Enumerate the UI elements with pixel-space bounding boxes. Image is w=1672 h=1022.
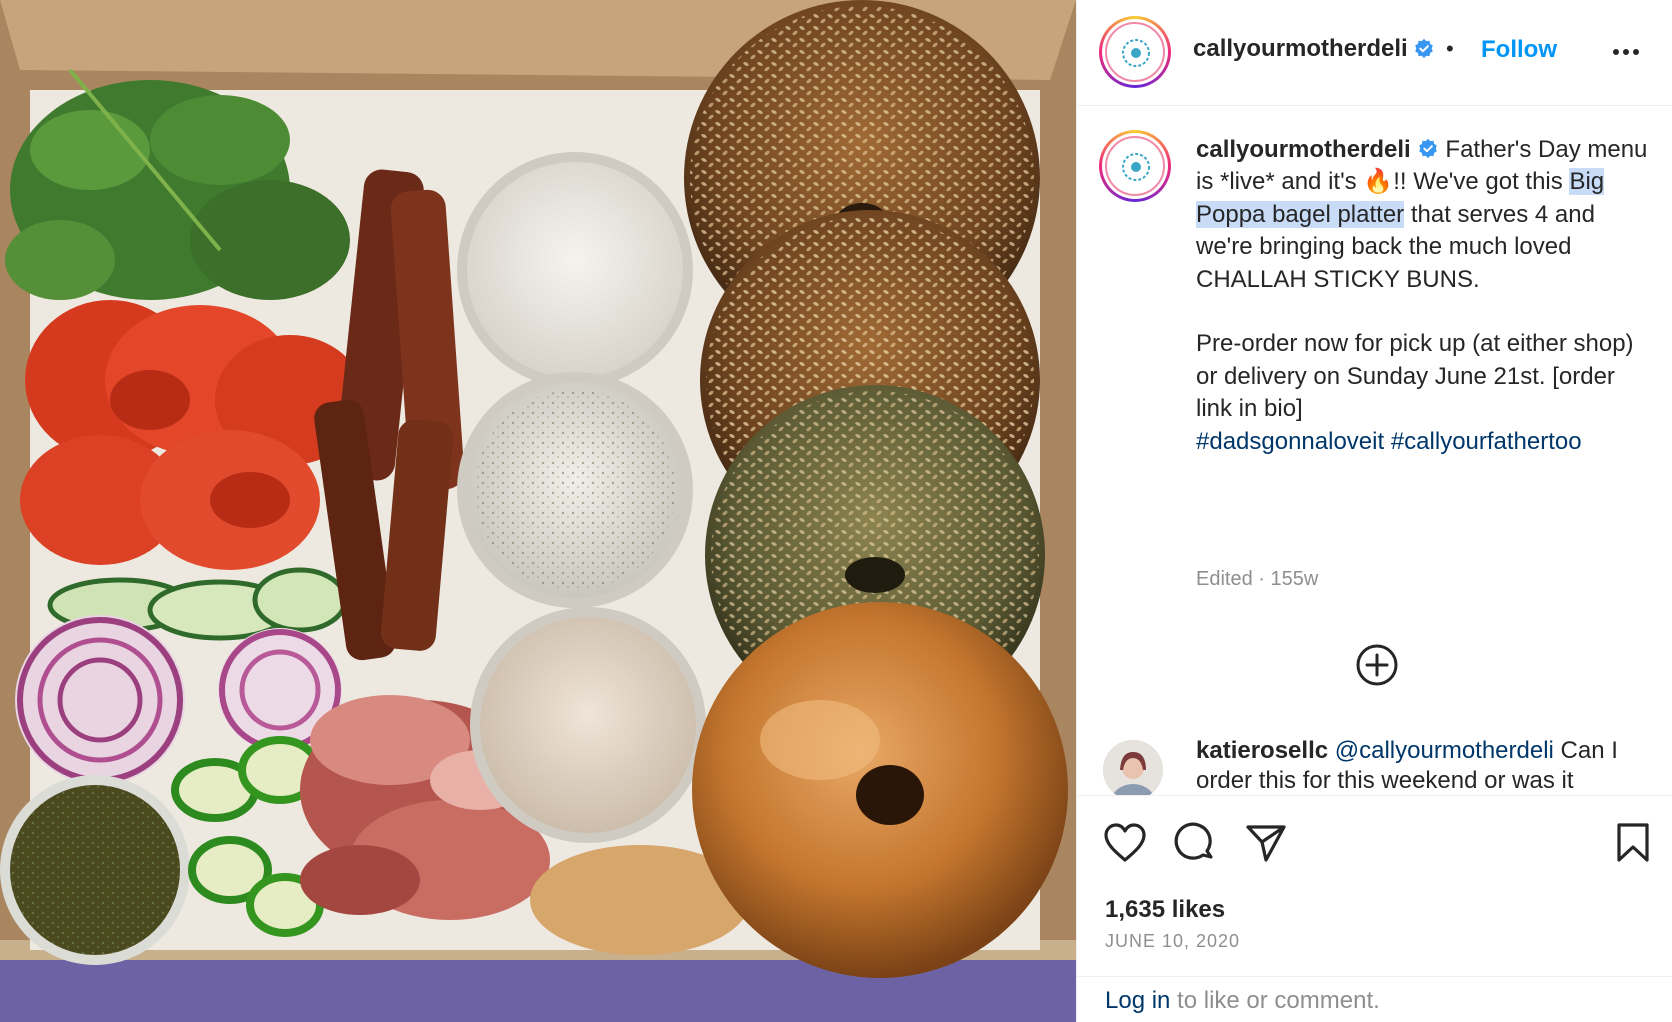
plain-cream-cheese xyxy=(457,152,693,388)
add-comment-icon[interactable] xyxy=(1355,643,1399,687)
profile-avatar[interactable] xyxy=(1099,16,1171,88)
comment-icon[interactable] xyxy=(1174,822,1216,864)
commenter-avatar[interactable] xyxy=(1103,740,1163,795)
header-username[interactable]: callyourmotherdeli xyxy=(1193,35,1408,63)
likes-count[interactable]: 1,635 likes xyxy=(1105,896,1225,924)
post-caption: callyourmotherdeli Father's Day menu is … xyxy=(1196,134,1656,458)
comment-item: katierosellc @callyourmotherdeli Can I o… xyxy=(1196,736,1656,795)
follow-button[interactable]: Follow xyxy=(1481,36,1557,64)
bagel-platter-photo xyxy=(0,0,1076,1022)
brand-logo xyxy=(1105,22,1165,82)
mention-link[interactable]: @callyourmotherdeli xyxy=(1335,737,1554,764)
commenter-username[interactable]: katierosellc xyxy=(1196,737,1328,764)
brand-logo xyxy=(1105,136,1165,196)
login-prompt: Log in to like or comment. xyxy=(1077,976,1672,1022)
post-side-panel: callyourmotherdeli • Follow callyourmoth… xyxy=(1076,0,1672,1022)
post-header: callyourmotherdeli • Follow xyxy=(1077,0,1672,106)
verified-badge-icon xyxy=(1418,138,1437,158)
edited-timestamp: Edited · 155w xyxy=(1196,568,1319,590)
caption-username[interactable]: callyourmotherdeli xyxy=(1196,136,1411,163)
share-icon[interactable] xyxy=(1245,822,1287,864)
login-link[interactable]: Log in xyxy=(1105,987,1170,1014)
caption-text-2: !! We've got this xyxy=(1393,168,1570,196)
login-text: Log in to like or comment. xyxy=(1105,987,1380,1015)
verified-badge-icon xyxy=(1415,38,1433,58)
post-date: JUNE 10, 2020 xyxy=(1105,931,1241,951)
separator-dot: • xyxy=(1446,36,1454,61)
plain-bagel xyxy=(692,602,1068,978)
fish-cream-cheese xyxy=(470,607,706,843)
heart-icon[interactable] xyxy=(1103,822,1147,864)
herb-cream-cheese xyxy=(457,372,693,608)
capers-cup xyxy=(0,775,190,965)
fire-emoji: 🔥 xyxy=(1363,168,1394,196)
post-actions: 1,635 likes JUNE 10, 2020 xyxy=(1077,796,1672,976)
login-rest: to like or comment. xyxy=(1170,987,1380,1014)
more-options-icon[interactable] xyxy=(1611,38,1641,66)
bookmark-icon[interactable] xyxy=(1615,822,1651,864)
comments-section[interactable]: callyourmotherdeli Father's Day menu is … xyxy=(1077,106,1672,796)
post-image[interactable] xyxy=(0,0,1076,1022)
caption-text-4: Pre-order now for pick up (at either sho… xyxy=(1196,330,1634,423)
hashtag-link[interactable]: #callyourfathertoo xyxy=(1391,428,1582,455)
hashtag-link[interactable]: #dadsgonnaloveit xyxy=(1196,428,1384,455)
caption-avatar[interactable] xyxy=(1099,130,1171,202)
